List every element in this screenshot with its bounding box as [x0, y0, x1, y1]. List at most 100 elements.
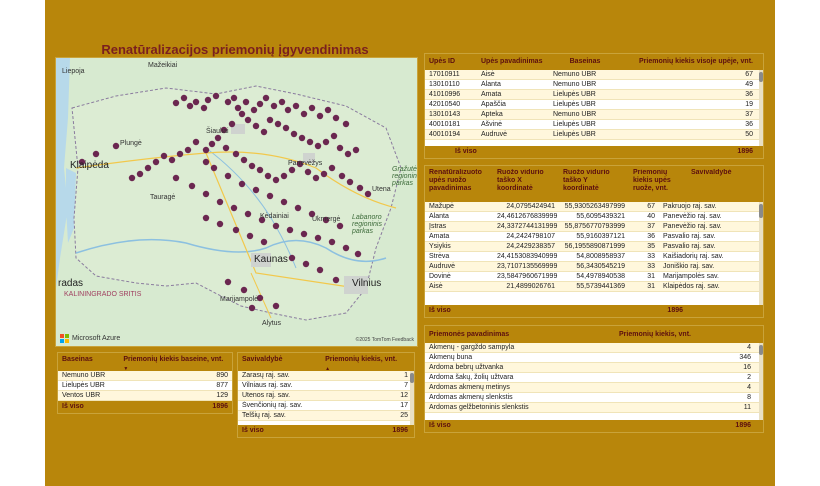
measure-marker[interactable] — [292, 102, 300, 110]
municipality-scrollbar[interactable] — [410, 371, 414, 425]
measure-marker[interactable] — [342, 244, 350, 252]
table-row[interactable]: 40010181 Ašvinė Lielupės UBR 36 — [425, 120, 763, 130]
measure-marker[interactable] — [332, 276, 340, 284]
measure-marker[interactable] — [202, 214, 210, 222]
table-row[interactable]: Alanta 24,4612676839999 55,6095439321 40 Pan… — [425, 212, 763, 222]
col-y-coord[interactable]: Ruožo vidurio taško Y koordinatė — [559, 169, 629, 202]
table-row[interactable]: Ardomas akmenų slenkstis 8 — [425, 393, 763, 403]
measure-marker[interactable] — [304, 168, 312, 176]
measure-marker[interactable] — [240, 156, 248, 164]
measure-marker[interactable] — [136, 170, 144, 178]
measure-marker[interactable] — [186, 102, 194, 110]
measure-marker[interactable] — [280, 172, 288, 180]
table-row[interactable]: Įstras 24,3372744131999 55,8756770793999 37… — [425, 222, 763, 232]
measure-marker[interactable] — [230, 204, 238, 212]
col-basin[interactable]: Baseinas — [549, 54, 621, 70]
table-row[interactable]: Akmenų - gargždo sampyla 4 — [425, 343, 763, 353]
measure-marker[interactable] — [152, 158, 160, 166]
measure-marker[interactable] — [192, 98, 200, 106]
measure-marker[interactable] — [346, 178, 354, 186]
col-measure-name[interactable]: Priemonės pavadinimas — [425, 326, 615, 343]
table-row[interactable]: Telšių raj. sav. 25 — [238, 411, 414, 421]
measure-marker[interactable] — [168, 156, 176, 164]
table-row[interactable]: Ardomas gelžbetoninis slenkstis 11 — [425, 403, 763, 413]
measure-marker[interactable] — [214, 134, 222, 142]
measure-marker[interactable] — [256, 166, 264, 174]
measure-marker[interactable] — [336, 222, 344, 230]
col-river-measures[interactable]: Priemonių kiekis visoje upėje, vnt. — [621, 54, 757, 70]
measure-marker[interactable] — [328, 238, 336, 246]
measure-marker[interactable] — [314, 142, 322, 150]
measure-marker[interactable] — [354, 250, 362, 258]
measure-marker[interactable] — [248, 162, 256, 170]
col-municipality[interactable]: Savivaldybė — [687, 169, 757, 202]
measure-marker[interactable] — [322, 138, 330, 146]
measure-marker[interactable] — [200, 104, 208, 112]
table-row[interactable]: 13010110 Alanta Nemuno UBR 49 — [425, 80, 763, 90]
measure-marker[interactable] — [230, 94, 238, 102]
col-measure-count[interactable]: Priemonių kiekis, vnt. — [615, 326, 755, 343]
municipality-table[interactable]: Savivaldybė Priemonių kiekis, vnt. ▲ Zara… — [237, 352, 415, 438]
measure-marker[interactable] — [332, 114, 340, 122]
measure-marker[interactable] — [180, 94, 188, 102]
measure-marker[interactable] — [222, 144, 230, 152]
table-row[interactable]: Nemuno UBR 890 — [58, 371, 232, 381]
measure-marker[interactable] — [300, 230, 308, 238]
measure-marker[interactable] — [300, 110, 308, 118]
table-row[interactable]: Aisė 21,4899026761 55,5739441369 31 Klaipėdo… — [425, 282, 763, 292]
measure-marker[interactable] — [272, 302, 280, 310]
measure-marker[interactable] — [252, 186, 260, 194]
measure-marker[interactable] — [278, 98, 286, 106]
measure-marker[interactable] — [256, 100, 264, 108]
measure-marker[interactable] — [244, 116, 252, 124]
measure-marker[interactable] — [160, 152, 168, 160]
measure-marker[interactable] — [266, 116, 274, 124]
basin-table[interactable]: Baseinas Priemonių kiekis baseine, vnt. ▼… — [57, 352, 233, 414]
measure-marker[interactable] — [342, 120, 350, 128]
table-row[interactable]: Ardoma bebrų užtvanka 16 — [425, 363, 763, 373]
measure-marker[interactable] — [112, 142, 120, 150]
table-row[interactable]: Amata 24,2424798107 55,9160397121 36 Pasvali… — [425, 232, 763, 242]
measure-marker[interactable] — [92, 150, 100, 158]
measure-marker[interactable] — [184, 146, 192, 154]
map-copyright[interactable]: ©2025 TomTom Feedback — [356, 337, 414, 343]
measure-marker[interactable] — [192, 138, 200, 146]
measure-marker[interactable] — [202, 158, 210, 166]
measure-marker[interactable] — [262, 94, 270, 102]
measures-scrollbar[interactable] — [759, 343, 763, 420]
measure-marker[interactable] — [232, 226, 240, 234]
measure-marker[interactable] — [302, 260, 310, 268]
measure-marker[interactable] — [266, 192, 274, 200]
table-row[interactable]: Utenos raj. sav. 12 — [238, 391, 414, 401]
measure-marker[interactable] — [248, 304, 256, 312]
col-river-id[interactable]: Upės ID — [425, 54, 477, 70]
measure-marker[interactable] — [312, 174, 320, 182]
table-row[interactable]: Strėva 24,4153083940999 54,8008958937 33 Kai… — [425, 252, 763, 262]
measure-marker[interactable] — [210, 164, 218, 172]
measure-marker[interactable] — [264, 172, 272, 180]
measure-marker[interactable] — [356, 184, 364, 192]
table-row[interactable]: Ardoma šakų, žolių užtvara 2 — [425, 373, 763, 383]
measure-marker[interactable] — [224, 98, 232, 106]
measure-marker[interactable] — [288, 254, 296, 262]
rivers-scrollbar[interactable] — [759, 70, 763, 146]
col-segment-name[interactable]: Renatūralizuoto upės ruožo pavadinimas — [425, 169, 493, 202]
measure-marker[interactable] — [272, 222, 280, 230]
measure-marker[interactable] — [246, 232, 254, 240]
table-row[interactable]: Zarasų raj. sav. 1 — [238, 371, 414, 381]
table-row[interactable]: Lielupės UBR 877 — [58, 381, 232, 391]
table-row[interactable]: Švenčionių raj. sav. 17 — [238, 401, 414, 411]
measure-marker[interactable] — [232, 150, 240, 158]
table-row[interactable]: 40010194 Audruvė Lielupės UBR 50 — [425, 130, 763, 140]
measure-marker[interactable] — [172, 174, 180, 182]
col-municipality-count[interactable]: Priemonių kiekis, vnt. ▲ — [321, 354, 414, 371]
measure-marker[interactable] — [244, 210, 252, 218]
measure-marker[interactable] — [328, 164, 336, 172]
measure-marker[interactable] — [298, 134, 306, 142]
measure-marker[interactable] — [364, 190, 372, 198]
measure-marker[interactable] — [212, 92, 220, 100]
measure-marker[interactable] — [238, 180, 246, 188]
measure-marker[interactable] — [242, 98, 250, 106]
measure-marker[interactable] — [282, 124, 290, 132]
measure-marker[interactable] — [188, 182, 196, 190]
